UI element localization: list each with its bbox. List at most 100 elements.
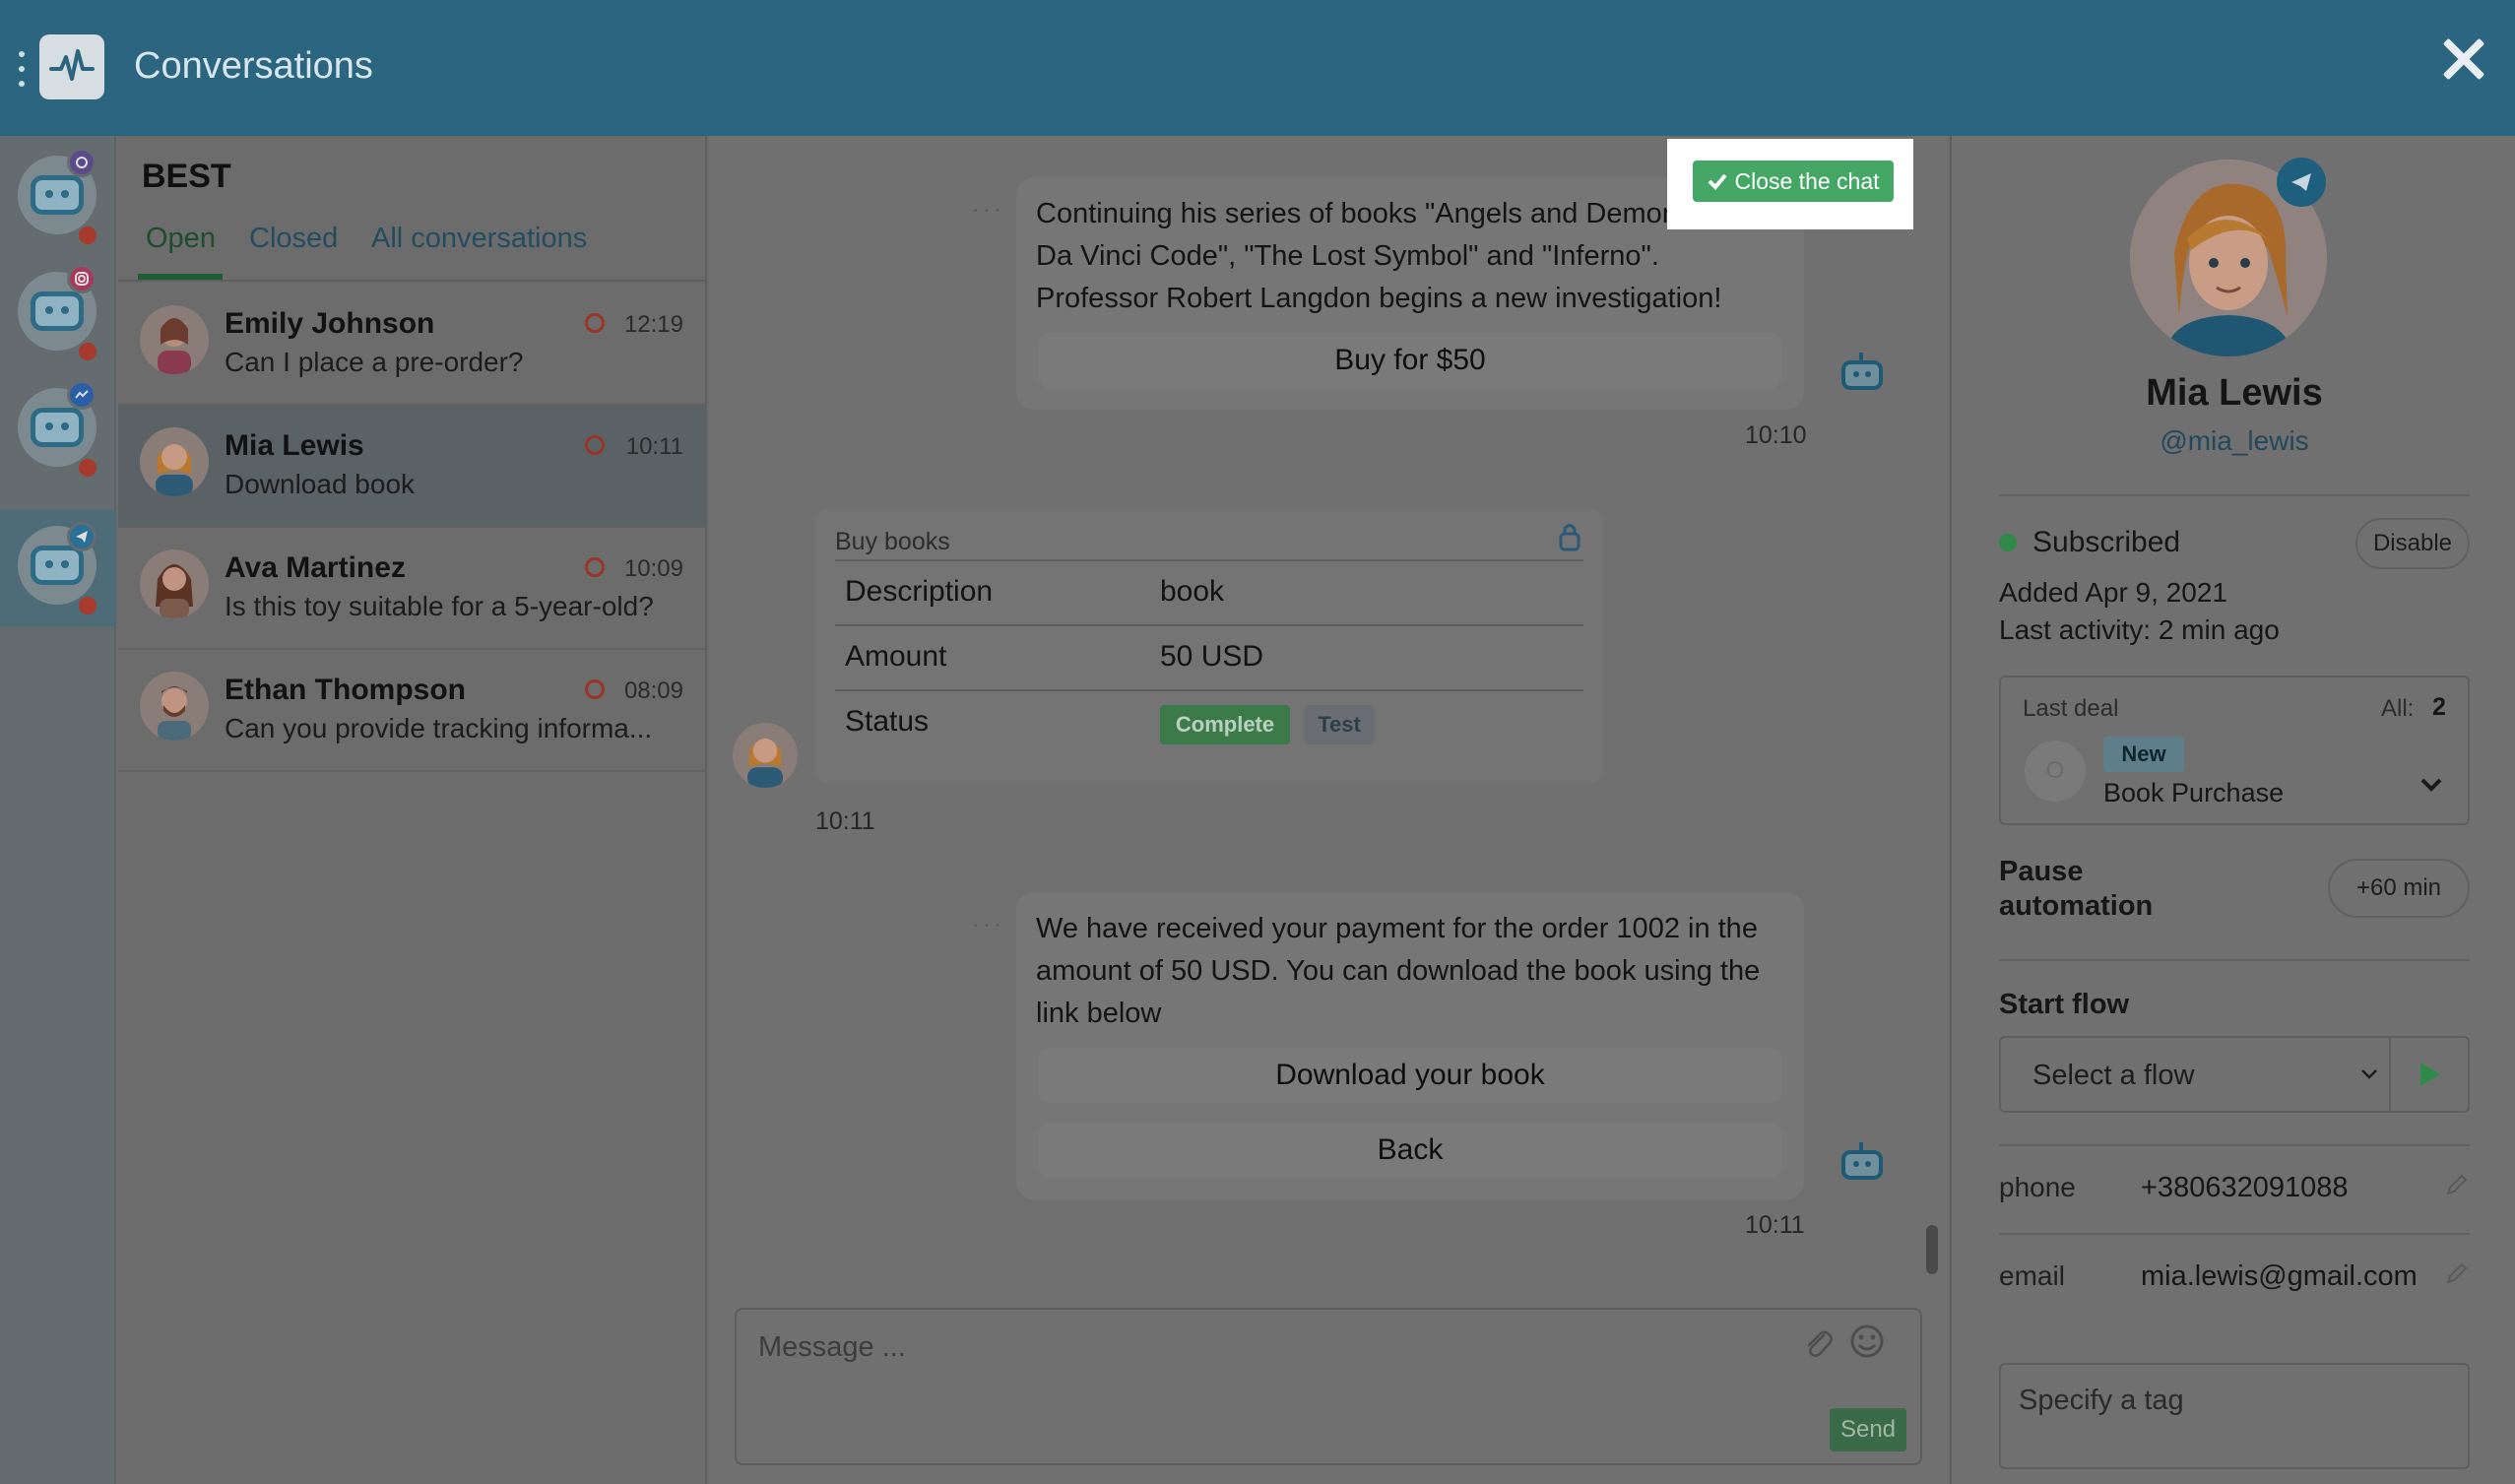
message-composer[interactable]: Message ... Send (735, 1308, 1922, 1465)
play-icon (2420, 1063, 2440, 1086)
conversation-list: BEST Open Closed All conversations Emily… (118, 136, 707, 1484)
status-ring-icon (585, 313, 605, 333)
disable-button[interactable]: Disable (2355, 518, 2470, 569)
avatar (140, 305, 209, 374)
checkmark-icon (1709, 173, 1728, 190)
last-message: Download book (225, 469, 416, 499)
last-message: Can you provide tracking informa... (225, 713, 653, 743)
close-chat-highlight: Close the chat (1667, 139, 1913, 229)
message-time: 10:09 (623, 555, 683, 582)
message-input[interactable]: Message ... (758, 1331, 906, 1364)
pause-60-min-button[interactable]: +60 min (2328, 859, 2470, 918)
menu-dots-icon[interactable] (18, 51, 26, 87)
card-label: Amount (845, 640, 947, 673)
message-time: 10:11 (815, 807, 875, 835)
app-logo-icon (39, 34, 104, 99)
card-value: book (1160, 575, 1225, 608)
lock-icon (1559, 524, 1580, 551)
phone-value[interactable]: +380632091088 (2141, 1172, 2348, 1204)
chevron-down-icon (2361, 1069, 2377, 1079)
pencil-icon[interactable] (2444, 1260, 2470, 1286)
pencil-icon[interactable] (2444, 1172, 2470, 1197)
conversation-item[interactable]: Ava Martinez Is this toy suitable for a … (118, 528, 707, 650)
tag-input-placeholder: Specify a tag (2019, 1385, 2184, 1416)
card-label: Status (845, 705, 930, 738)
bot-message-bubble: We have received your payment for the or… (1016, 892, 1804, 1199)
download-book-button[interactable]: Download your book (1038, 1048, 1782, 1103)
message-time: 12:19 (623, 311, 683, 338)
buy-button[interactable]: Buy for $50 (1038, 333, 1782, 388)
all-deals-count: 2 (2432, 693, 2446, 721)
active-tab-indicator (138, 274, 223, 280)
contact-name: Mia Lewis (225, 429, 364, 462)
deal-title: Book Purchase (2103, 778, 2285, 807)
email-value[interactable]: mia.lewis@gmail.com (2141, 1260, 2418, 1293)
bot-item-instagram[interactable] (0, 252, 116, 368)
divider (1999, 1233, 2470, 1235)
flow-select-value: Select a flow (2032, 1060, 2195, 1091)
contact-name: Ethan Thompson (225, 674, 466, 706)
last-deal-card[interactable]: Last deal All: 2 O New Book Purchase (1999, 676, 2470, 825)
tab-all-conversations[interactable]: All conversations (371, 223, 587, 255)
status-dot (79, 597, 97, 614)
instagram-icon (67, 264, 97, 293)
divider (1999, 494, 2470, 496)
card-label: Description (845, 575, 994, 608)
divider (1999, 1144, 2470, 1146)
status-badge-test: Test (1304, 705, 1375, 744)
status-ring-icon (585, 679, 605, 699)
avatar (140, 427, 209, 496)
message-time: 10:11 (625, 433, 683, 460)
card-title: Buy books (835, 528, 950, 555)
contact-panel: Mia Lewis @mia_lewis Subscribed Disable … (1950, 136, 2515, 1484)
conversation-item[interactable]: Ethan Thompson Can you provide tracking … (118, 650, 707, 772)
last-message: Can I place a pre-order? (225, 347, 524, 377)
message-menu-icon[interactable]: ··· (971, 908, 1004, 939)
status-ring-icon (585, 435, 605, 455)
card-divider (835, 559, 1583, 561)
email-label: email (1999, 1260, 2065, 1291)
contact-name: Ava Martinez (225, 551, 406, 584)
added-date: Added Apr 9, 2021 (1999, 577, 2227, 608)
deal-status-badge: New (2103, 737, 2184, 772)
last-message: Is this toy suitable for a 5-year-old? (225, 591, 654, 621)
status-dot (79, 226, 97, 244)
profile-handle[interactable]: @mia_lewis (1952, 425, 2515, 457)
start-flow-label: Start flow (1999, 989, 2130, 1020)
app-header: Conversations (0, 0, 2515, 136)
close-icon[interactable] (2438, 33, 2489, 85)
paperclip-icon[interactable] (1800, 1325, 1836, 1361)
telegram-icon (2277, 158, 2326, 207)
subscription-status: Subscribed (2032, 526, 2181, 558)
tab-closed[interactable]: Closed (249, 223, 338, 255)
all-deals-label: All: (2381, 695, 2415, 722)
emoji-icon[interactable] (1847, 1322, 1887, 1361)
chevron-down-icon[interactable] (2418, 776, 2444, 794)
avatar (140, 549, 209, 618)
avatar (140, 672, 209, 741)
order-card: Buy books Description book Amount 50 USD… (815, 508, 1603, 784)
pause-automation-label: Pause automation (1999, 856, 2154, 922)
bot-item-viber[interactable] (0, 136, 116, 252)
bot-item-messenger[interactable] (0, 368, 116, 484)
flow-select[interactable]: Select a flow (1999, 1036, 2391, 1113)
send-button[interactable]: Send (1830, 1408, 1906, 1452)
viber-icon (67, 148, 97, 177)
messenger-icon (67, 380, 97, 410)
conversation-item[interactable]: Mia Lewis Download book 10:11 (118, 406, 707, 528)
tab-open[interactable]: Open (146, 223, 216, 255)
back-button[interactable]: Back (1038, 1123, 1782, 1178)
message-menu-icon[interactable]: ··· (971, 193, 1004, 225)
bot-item-telegram[interactable] (0, 510, 116, 626)
telegram-icon (67, 522, 97, 551)
tag-input[interactable]: Specify a tag (1999, 1363, 2470, 1469)
chat-scrollbar[interactable] (1926, 1225, 1938, 1274)
start-flow-button[interactable] (2391, 1036, 2470, 1113)
phone-label: phone (1999, 1172, 2076, 1202)
bot-list (0, 136, 116, 1484)
card-divider (835, 624, 1583, 626)
close-chat-button[interactable]: Close the chat (1693, 161, 1894, 202)
conversation-item[interactable]: Emily Johnson Can I place a pre-order? 1… (118, 284, 707, 406)
status-dot (79, 343, 97, 360)
bot-icon (1839, 353, 1885, 390)
